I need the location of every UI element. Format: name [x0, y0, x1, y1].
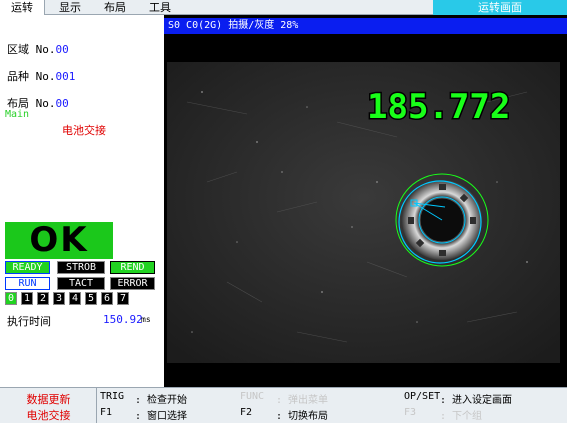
- product-label: 品种 No.: [7, 70, 56, 83]
- status-ready: READY: [5, 261, 50, 274]
- f3-key: F3: [404, 407, 417, 418]
- camera-image[interactable]: 185.772: [167, 62, 560, 363]
- function-bar: 数据更新 电池交接 TRIG : 检查开始 F1 : 窗口选择 FUNC : 弹…: [0, 387, 567, 423]
- layout-value: 00: [55, 97, 69, 110]
- battery-swap-button[interactable]: 电池交接: [0, 407, 97, 423]
- measurement-value: 185.772: [367, 87, 510, 127]
- f1-key: F1: [100, 407, 113, 418]
- exec-time-value: 150.92: [103, 313, 143, 326]
- judgement-ok: OK: [5, 222, 113, 259]
- result-index-6[interactable]: 6: [101, 292, 113, 305]
- menu-layout[interactable]: 布局: [97, 0, 133, 15]
- result-index-7[interactable]: 7: [117, 292, 129, 305]
- menu-tools[interactable]: 工具: [142, 0, 178, 15]
- image-header: S0 C0(2G) 拍摄/灰度 28%: [164, 18, 567, 34]
- area-value: 00: [55, 43, 69, 56]
- menu-display[interactable]: 显示: [52, 0, 88, 15]
- menu-run[interactable]: 运转: [0, 0, 45, 15]
- status-strob: STROB: [57, 261, 105, 274]
- f2-desc[interactable]: : 切换布局: [276, 407, 328, 422]
- status-error: ERROR: [110, 277, 155, 290]
- trig-key: TRIG: [100, 391, 125, 402]
- screen-title: 运转画面: [433, 0, 567, 15]
- f3-desc: : 下个组: [440, 411, 483, 422]
- product-value: 001: [55, 70, 76, 83]
- func-key: FUNC: [240, 391, 265, 402]
- mode-label: Main: [5, 109, 30, 120]
- opset-key: OP/SET: [404, 391, 441, 402]
- area-label: 区域 No.: [7, 43, 56, 56]
- result-index-3[interactable]: 3: [53, 292, 65, 305]
- result-index-5[interactable]: 5: [85, 292, 97, 305]
- area-row: 区域 No.00: [7, 41, 69, 57]
- info-panel: 区域 No.00 品种 No.001 布局 No.00 Main 电池交接 OK…: [0, 15, 164, 387]
- exec-time-unit: ms: [141, 315, 151, 324]
- product-row: 品种 No.001: [7, 68, 75, 84]
- f2-key: F2: [240, 407, 253, 418]
- f1-desc[interactable]: : 窗口选择: [135, 407, 187, 422]
- result-index-1[interactable]: 1: [21, 292, 33, 305]
- func-desc: : 弹出菜单: [276, 395, 329, 406]
- trig-desc[interactable]: : 检查开始: [135, 391, 187, 406]
- function-left: 数据更新 电池交接: [0, 388, 97, 423]
- result-index-2[interactable]: 2: [37, 292, 49, 305]
- result-index-0[interactable]: 0: [5, 292, 17, 305]
- status-rend: REND: [110, 261, 155, 274]
- opset-desc[interactable]: : 进入设定画面: [440, 391, 512, 406]
- status-tact: TACT: [57, 277, 105, 290]
- image-panel: S0 C0(2G) 拍摄/灰度 28% 185.772: [164, 15, 567, 387]
- exec-time-label: 执行时间: [7, 315, 51, 328]
- menu-bar: 运转 显示 布局 工具 运转画面: [0, 0, 567, 15]
- data-update-button[interactable]: 数据更新: [0, 391, 97, 407]
- status-message: 电池交接: [62, 124, 106, 137]
- status-run: RUN: [5, 277, 50, 290]
- result-index-4[interactable]: 4: [69, 292, 81, 305]
